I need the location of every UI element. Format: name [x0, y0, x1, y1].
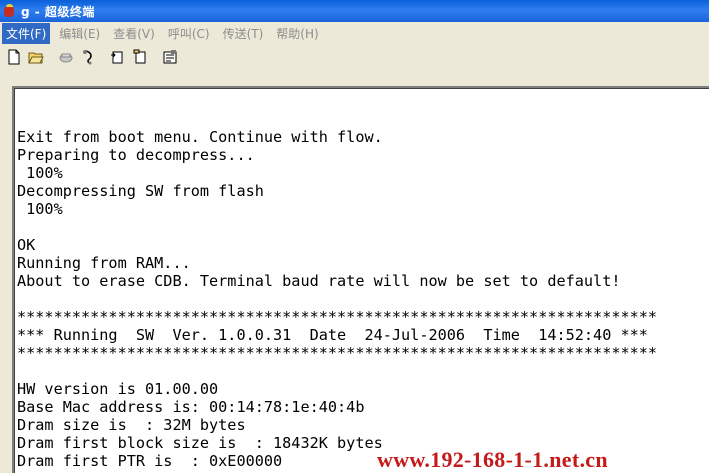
terminal-line: 100%	[17, 164, 63, 182]
terminal-line: 100%	[17, 200, 63, 218]
menu-file[interactable]: 文件(F)	[2, 22, 51, 44]
menu-view[interactable]: 查看(V)	[109, 23, 159, 44]
terminal-line: Decompressing SW from flash	[17, 182, 264, 200]
terminal-line: Exit from boot menu. Continue with flow.	[17, 128, 383, 146]
terminal-line: ****************************************…	[17, 308, 658, 326]
terminal-output: Exit from boot menu. Continue with flow.…	[17, 128, 709, 470]
menu-call[interactable]: 呼叫(C)	[164, 23, 214, 44]
hyperterminal-icon	[3, 4, 17, 18]
menu-edit[interactable]: 编辑(E)	[55, 23, 104, 44]
title-bar: g - 超级终端	[0, 0, 709, 22]
watermark: www.192-168-1-1.net.cn	[377, 447, 608, 472]
terminal-line: *** Running SW Ver. 1.0.0.31 Date 24-Jul…	[17, 326, 648, 344]
terminal-line: About to erase CDB. Terminal baud rate w…	[17, 272, 621, 290]
terminal-line: ****************************************…	[17, 344, 658, 362]
new-file-icon[interactable]	[3, 47, 24, 68]
menu-transfer[interactable]: 传送(T)	[219, 23, 268, 44]
send-icon[interactable]	[107, 47, 128, 68]
terminal-line: OK	[17, 236, 36, 254]
terminal-line: Preparing to decompress...	[17, 146, 255, 164]
terminal-line: Running from RAM...	[17, 254, 191, 272]
open-folder-icon[interactable]	[25, 47, 46, 68]
toolbar	[0, 44, 709, 70]
menu-bar: 文件(F) 编辑(E) 查看(V) 呼叫(C) 传送(T) 帮助(H)	[0, 22, 709, 44]
properties-icon[interactable]	[159, 47, 180, 68]
receive-icon[interactable]	[129, 47, 150, 68]
terminal-window[interactable]: Exit from boot menu. Continue with flow.…	[12, 86, 709, 473]
menu-help[interactable]: 帮助(H)	[272, 23, 322, 44]
window-title: g - 超级终端	[21, 4, 95, 19]
terminal-line: HW version is 01.00.00	[17, 380, 219, 398]
terminal-line: Dram size is : 32M bytes	[17, 416, 246, 434]
terminal-line: Base Mac address is: 00:14:78:1e:40:4b	[17, 398, 365, 416]
disconnect-phone-icon[interactable]	[77, 47, 98, 68]
connect-phone-icon[interactable]	[55, 47, 76, 68]
